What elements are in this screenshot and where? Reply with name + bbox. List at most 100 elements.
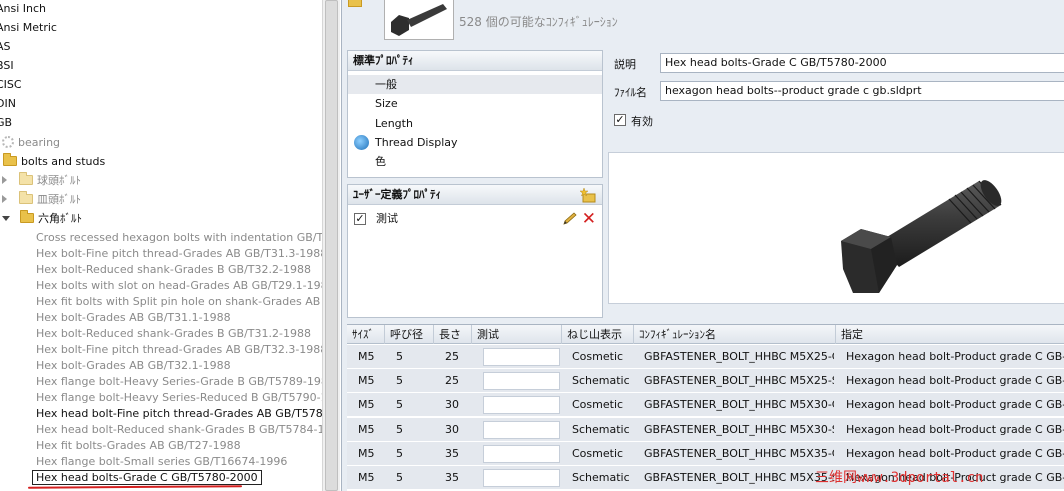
tree-item-as[interactable]: AS [0, 39, 11, 55]
user-property-row[interactable]: ✓ 測试 ✕ [348, 209, 602, 229]
table-cell: Cosmetic [572, 398, 624, 412]
table-cell: 30 [445, 422, 459, 436]
property-general[interactable]: 一般 [348, 75, 602, 94]
property-thread-display[interactable]: Thread Display [348, 133, 602, 152]
enabled-checkbox[interactable]: ✓ [614, 114, 626, 126]
tree-leaf[interactable]: Hex bolt-Fine pitch thread-Grades AB GB/… [36, 342, 322, 358]
property-label: 一般 [375, 78, 397, 91]
table-cell: 25 [445, 350, 459, 363]
tree-item-label: BSI [0, 59, 14, 72]
table-row[interactable]: M5 5 30 Schematic GBFASTENER_BOLT_HHBC M5X30… [347, 417, 1064, 442]
tree-item-ansi-inch[interactable]: Ansi Inch [0, 1, 46, 17]
tree-leaf[interactable]: Hex bolt-Grades AB GB/T32.1-1988 [36, 358, 231, 374]
property-size[interactable]: Size [348, 94, 602, 113]
tree-item-bolts-and-studs[interactable]: bolts and studs [3, 153, 106, 170]
tree-item-label: bearing [18, 136, 61, 149]
tree-item-label: Hex flange bolt-Heavy Series-Reduced B G… [36, 391, 322, 404]
column-header-thread-display[interactable]: ねじ山表示 [562, 325, 634, 344]
tree-item-label: CISC [0, 78, 22, 91]
tree-item-hex-bolt[interactable]: 六角ﾎﾞﾙﾄ [2, 210, 82, 227]
standard-properties-panel: 標準ﾌﾟﾛﾊﾟﾃｨ 一般 Size Length Thread Display … [347, 50, 603, 178]
tree-item-ansi-metric[interactable]: Ansi Metric [0, 20, 57, 36]
tree-leaf[interactable]: Hex bolt-Reduced shank-Grades B GB/T31.2… [36, 326, 311, 342]
tree-leaf[interactable]: Hex head bolt-Reduced shank-Grades B GB/… [36, 422, 322, 438]
tree-leaf-selected[interactable]: Hex head bolts-Grade C GB/T5780-2000 [32, 470, 262, 486]
property-length[interactable]: Length [348, 114, 602, 133]
table-row[interactable]: M5 5 30 Cosmetic GBFASTENER_BOLT_HHBC M5X30-… [347, 393, 1064, 418]
table-cell: M5 [358, 471, 375, 484]
table-cell: 25 [445, 374, 459, 388]
table-row[interactable]: M5 5 35 Cosmetic GBFASTENER_BOLT_HHBC M5X35-… [347, 441, 1064, 466]
column-header-length[interactable]: 長さ [434, 325, 472, 344]
enabled-label: 有効 [631, 115, 653, 128]
test-value-input[interactable] [483, 396, 560, 415]
delete-icon[interactable]: ✕ [582, 211, 596, 228]
tree-leaf[interactable]: Hex flange bolt-Small series GB/T16674-1… [36, 454, 287, 470]
column-header-designation[interactable]: 指定 [836, 325, 1064, 344]
user-defined-properties-panel: ﾕｰｻﾞｰ定義ﾌﾟﾛﾊﾟﾃｨ ✓ 測试 ✕ [347, 184, 603, 318]
tree-leaf[interactable]: Hex bolt-Fine pitch thread-Grades AB GB/… [36, 246, 322, 262]
tree-item-label: 球頭ﾎﾞﾙﾄ [37, 174, 81, 187]
collapse-arrow-icon[interactable] [2, 216, 10, 221]
tree-leaf[interactable]: Hex bolt-Reduced shank-Grades B GB/T32.2… [36, 262, 311, 278]
add-property-icon[interactable] [580, 187, 596, 203]
table-row[interactable]: M5 5 25 Schematic GBFASTENER_BOLT_HHBC M5X25… [347, 369, 1064, 394]
tree-item-label: 皿頭ﾎﾞﾙﾄ [37, 193, 81, 206]
table-cell: Schematic [572, 471, 630, 484]
description-field[interactable]: Hex head bolts-Grade C GB/T5780-2000 [660, 53, 1064, 73]
gear-icon [2, 136, 14, 148]
tree-item-label: Ansi Metric [0, 21, 57, 34]
table-cell: Hexagon head bolt-Product grade C GB-T 5… [846, 374, 1064, 388]
tree-item-label: Hex fit bolts with Split pin hole on sha… [36, 295, 322, 308]
part-preview [608, 152, 1064, 304]
filename-label: ﾌｧｲﾙ名 [614, 86, 647, 99]
tree-item-label: bolts and studs [21, 155, 106, 168]
table-cell: Cosmetic [572, 350, 624, 363]
tree-scrollbar[interactable] [322, 0, 340, 491]
test-value-input[interactable] [483, 444, 560, 463]
column-header-configuration-name[interactable]: ｺﾝﾌｨｷﾞｭﾚｰｼｮﾝ名 [634, 325, 836, 344]
tree-item-ball-head-bolt[interactable]: 球頭ﾎﾞﾙﾄ [2, 172, 81, 189]
tree-item-label: Hex bolt-Fine pitch thread-Grades AB GB/… [36, 343, 322, 356]
tree-leaf[interactable]: Hex head bolt-Fine pitch thread-Grades A… [36, 406, 322, 422]
scrollbar-thumb[interactable] [325, 0, 338, 491]
tree-leaf[interactable]: Cross recessed hexagon bolts with indent… [36, 230, 322, 246]
tree-item-label: Hex bolt-Reduced shank-Grades B GB/T31.2… [36, 327, 311, 340]
tree-leaf[interactable]: Hex fit bolts with Split pin hole on sha… [36, 294, 322, 310]
tree-item-bsi[interactable]: BSI [0, 58, 14, 74]
table-cell: 30 [445, 398, 459, 412]
test-value-input[interactable] [483, 372, 560, 391]
table-row[interactable]: M5 5 25 Cosmetic GBFASTENER_BOLT_HHBC M5X25-… [347, 345, 1064, 369]
column-header-test[interactable]: 測试 [472, 325, 562, 344]
tree-item-label: Hex bolts with slot on head-Grades AB GB… [36, 279, 322, 292]
tree-item-din[interactable]: DIN [0, 96, 16, 112]
tree-item-cisc[interactable]: CISC [0, 77, 22, 93]
expand-arrow-icon[interactable] [2, 195, 7, 203]
property-label: 測试 [376, 212, 398, 225]
property-checkbox[interactable]: ✓ [354, 213, 366, 225]
tree-item-label: Hex flange bolt-Small series GB/T16674-1… [36, 455, 288, 468]
tree-item-bearing[interactable]: bearing [2, 135, 60, 151]
red-underline-annotation [27, 485, 243, 489]
expand-arrow-icon[interactable] [2, 176, 7, 184]
tree-leaf[interactable]: Hex bolts with slot on head-Grades AB GB… [36, 278, 322, 294]
test-value-input[interactable] [483, 420, 560, 439]
column-header-nominal-diameter[interactable]: 呼び径 [385, 325, 434, 344]
tree-item-gb[interactable]: GB [0, 115, 12, 131]
edit-icon[interactable] [562, 212, 578, 226]
tree-leaf[interactable]: Hex fit bolts-Grades AB GB/T27-1988 [36, 438, 241, 454]
column-header-size[interactable]: ｻｲｽﾞ [347, 325, 385, 344]
property-color[interactable]: 色 [348, 152, 602, 171]
test-value-input[interactable] [483, 348, 560, 366]
folder-icon [19, 191, 33, 204]
folder-icon [20, 210, 34, 223]
tree-item-label: Hex fit bolts-Grades AB GB/T27-1988 [36, 439, 241, 452]
filename-field[interactable]: hexagon head bolts--product grade c gb.s… [660, 81, 1064, 101]
tree-leaf[interactable]: Hex bolt-Grades AB GB/T31.1-1988 [36, 310, 231, 326]
table-cell: GBFASTENER_BOLT_HHBC M5X30-C [644, 398, 834, 412]
tree-leaf[interactable]: Hex flange bolt-Heavy Series-Reduced B G… [36, 390, 322, 406]
table-cell: 35 [445, 446, 459, 460]
tree-leaf[interactable]: Hex flange bolt-Heavy Series-Grade B GB/… [36, 374, 322, 390]
test-value-input[interactable] [483, 469, 560, 487]
tree-item-countersunk-bolt[interactable]: 皿頭ﾎﾞﾙﾄ [2, 191, 81, 208]
